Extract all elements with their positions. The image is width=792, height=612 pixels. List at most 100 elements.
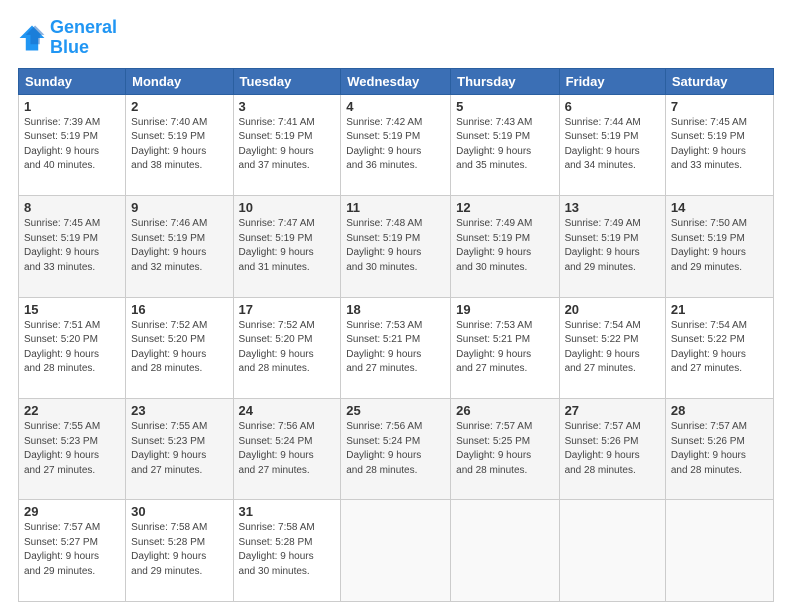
day-number: 17 [239, 302, 336, 317]
calendar-cell: 31Sunrise: 7:58 AMSunset: 5:28 PMDayligh… [233, 500, 341, 602]
day-number: 23 [131, 403, 227, 418]
day-info: Sunrise: 7:54 AMSunset: 5:22 PMDaylight:… [671, 319, 768, 377]
day-info: Sunrise: 7:43 AMSunset: 5:19 PMDaylight:… [456, 116, 553, 174]
calendar-cell [665, 500, 773, 602]
day-info: Sunrise: 7:40 AMSunset: 5:19 PMDaylight:… [131, 116, 227, 174]
calendar-cell: 15Sunrise: 7:51 AMSunset: 5:20 PMDayligh… [19, 297, 126, 398]
day-info: Sunrise: 7:57 AMSunset: 5:26 PMDaylight:… [671, 420, 768, 478]
day-info: Sunrise: 7:50 AMSunset: 5:19 PMDaylight:… [671, 217, 768, 275]
calendar-cell: 11 Sunrise: 7:48 AMSunset: 5:19 PMDayligh… [341, 196, 451, 297]
day-info: Sunrise: 7:45 AMSunset: 5:19 PMDaylight:… [24, 217, 120, 275]
day-header-sunday: Sunday [19, 68, 126, 94]
calendar-cell: 4 Sunrise: 7:42 AMSunset: 5:19 PMDaylight… [341, 94, 451, 195]
day-info: Sunrise: 7:52 AMSunset: 5:20 PMDaylight:… [131, 319, 227, 377]
day-info: Sunrise: 7:53 AMSunset: 5:21 PMDaylight:… [456, 319, 553, 377]
day-number: 11 [346, 200, 445, 215]
calendar-cell: 3Sunrise: 7:41 AMSunset: 5:19 PMDaylight… [233, 94, 341, 195]
day-header-monday: Monday [126, 68, 233, 94]
calendar-cell: 9Sunrise: 7:46 AMSunset: 5:19 PMDaylight… [126, 196, 233, 297]
day-number: 5 [456, 99, 553, 114]
calendar-cell: 24Sunrise: 7:56 AMSunset: 5:24 PMDayligh… [233, 399, 341, 500]
day-number: 12 [456, 200, 553, 215]
day-number: 25 [346, 403, 445, 418]
week-row-5: 29Sunrise: 7:57 AMSunset: 5:27 PMDayligh… [19, 500, 774, 602]
day-number: 18 [346, 302, 445, 317]
day-info: Sunrise: 7:52 AMSunset: 5:20 PMDaylight:… [239, 319, 336, 377]
day-number: 8 [24, 200, 120, 215]
calendar-header-row: SundayMondayTuesdayWednesdayThursdayFrid… [19, 68, 774, 94]
day-header-saturday: Saturday [665, 68, 773, 94]
day-info: Sunrise: 7:58 AMSunset: 5:28 PMDaylight:… [131, 521, 227, 579]
day-number: 27 [565, 403, 660, 418]
calendar-cell: 28 Sunrise: 7:57 AMSunset: 5:26 PMDayligh… [665, 399, 773, 500]
day-info: Sunrise: 7:55 AMSunset: 5:23 PMDaylight:… [24, 420, 120, 478]
day-number: 28 [671, 403, 768, 418]
day-info: Sunrise: 7:42 AMSunset: 5:19 PMDaylight:… [346, 116, 445, 174]
logo-icon [18, 24, 46, 52]
day-number: 24 [239, 403, 336, 418]
week-row-1: 1 Sunrise: 7:39 AMSunset: 5:19 PMDaylight… [19, 94, 774, 195]
calendar-cell: 19 Sunrise: 7:53 AMSunset: 5:21 PMDayligh… [451, 297, 559, 398]
calendar-cell [341, 500, 451, 602]
calendar-cell [451, 500, 559, 602]
calendar-cell: 13 Sunrise: 7:49 AMSunset: 5:19 PMDayligh… [559, 196, 665, 297]
day-info: Sunrise: 7:56 AMSunset: 5:24 PMDaylight:… [346, 420, 445, 478]
day-number: 1 [24, 99, 120, 114]
day-number: 22 [24, 403, 120, 418]
calendar-cell: 12 Sunrise: 7:49 AMSunset: 5:19 PMDayligh… [451, 196, 559, 297]
day-number: 30 [131, 504, 227, 519]
day-info: Sunrise: 7:49 AMSunset: 5:19 PMDaylight:… [456, 217, 553, 275]
calendar-cell: 17 Sunrise: 7:52 AMSunset: 5:20 PMDayligh… [233, 297, 341, 398]
day-info: Sunrise: 7:46 AMSunset: 5:19 PMDaylight:… [131, 217, 227, 275]
calendar-cell: 16Sunrise: 7:52 AMSunset: 5:20 PMDayligh… [126, 297, 233, 398]
calendar-cell: 27 Sunrise: 7:57 AMSunset: 5:26 PMDayligh… [559, 399, 665, 500]
calendar-table: SundayMondayTuesdayWednesdayThursdayFrid… [18, 68, 774, 602]
day-header-thursday: Thursday [451, 68, 559, 94]
day-number: 19 [456, 302, 553, 317]
header: General Blue [18, 18, 774, 58]
day-number: 4 [346, 99, 445, 114]
day-info: Sunrise: 7:54 AMSunset: 5:22 PMDaylight:… [565, 319, 660, 377]
calendar-cell [559, 500, 665, 602]
calendar-cell: 20 Sunrise: 7:54 AMSunset: 5:22 PMDayligh… [559, 297, 665, 398]
calendar-cell: 1 Sunrise: 7:39 AMSunset: 5:19 PMDaylight… [19, 94, 126, 195]
day-info: Sunrise: 7:41 AMSunset: 5:19 PMDaylight:… [239, 116, 336, 174]
day-info: Sunrise: 7:57 AMSunset: 5:25 PMDaylight:… [456, 420, 553, 478]
day-number: 26 [456, 403, 553, 418]
calendar-cell: 8 Sunrise: 7:45 AMSunset: 5:19 PMDaylight… [19, 196, 126, 297]
calendar-cell: 10Sunrise: 7:47 AMSunset: 5:19 PMDayligh… [233, 196, 341, 297]
calendar-cell: 26 Sunrise: 7:57 AMSunset: 5:25 PMDayligh… [451, 399, 559, 500]
calendar-cell: 25 Sunrise: 7:56 AMSunset: 5:24 PMDayligh… [341, 399, 451, 500]
calendar-cell: 5 Sunrise: 7:43 AMSunset: 5:19 PMDaylight… [451, 94, 559, 195]
day-info: Sunrise: 7:39 AMSunset: 5:19 PMDaylight:… [24, 116, 120, 174]
week-row-3: 15Sunrise: 7:51 AMSunset: 5:20 PMDayligh… [19, 297, 774, 398]
day-info: Sunrise: 7:55 AMSunset: 5:23 PMDaylight:… [131, 420, 227, 478]
day-number: 10 [239, 200, 336, 215]
day-number: 6 [565, 99, 660, 114]
day-info: Sunrise: 7:45 AMSunset: 5:19 PMDaylight:… [671, 116, 768, 174]
day-number: 20 [565, 302, 660, 317]
day-info: Sunrise: 7:49 AMSunset: 5:19 PMDaylight:… [565, 217, 660, 275]
calendar-cell: 22 Sunrise: 7:55 AMSunset: 5:23 PMDayligh… [19, 399, 126, 500]
day-header-tuesday: Tuesday [233, 68, 341, 94]
calendar-cell: 29Sunrise: 7:57 AMSunset: 5:27 PMDayligh… [19, 500, 126, 602]
day-number: 29 [24, 504, 120, 519]
day-info: Sunrise: 7:48 AMSunset: 5:19 PMDaylight:… [346, 217, 445, 275]
calendar-cell: 6 Sunrise: 7:44 AMSunset: 5:19 PMDaylight… [559, 94, 665, 195]
day-number: 7 [671, 99, 768, 114]
page: General Blue SundayMondayTuesdayWednesda… [0, 0, 792, 612]
day-number: 13 [565, 200, 660, 215]
day-header-wednesday: Wednesday [341, 68, 451, 94]
week-row-4: 22 Sunrise: 7:55 AMSunset: 5:23 PMDayligh… [19, 399, 774, 500]
day-number: 31 [239, 504, 336, 519]
day-info: Sunrise: 7:57 AMSunset: 5:26 PMDaylight:… [565, 420, 660, 478]
day-number: 2 [131, 99, 227, 114]
logo: General Blue [18, 18, 117, 58]
day-info: Sunrise: 7:44 AMSunset: 5:19 PMDaylight:… [565, 116, 660, 174]
day-header-friday: Friday [559, 68, 665, 94]
calendar-cell: 14Sunrise: 7:50 AMSunset: 5:19 PMDayligh… [665, 196, 773, 297]
calendar-cell: 23 Sunrise: 7:55 AMSunset: 5:23 PMDayligh… [126, 399, 233, 500]
day-number: 15 [24, 302, 120, 317]
logo-text: General Blue [50, 18, 117, 58]
calendar-cell: 2 Sunrise: 7:40 AMSunset: 5:19 PMDaylight… [126, 94, 233, 195]
